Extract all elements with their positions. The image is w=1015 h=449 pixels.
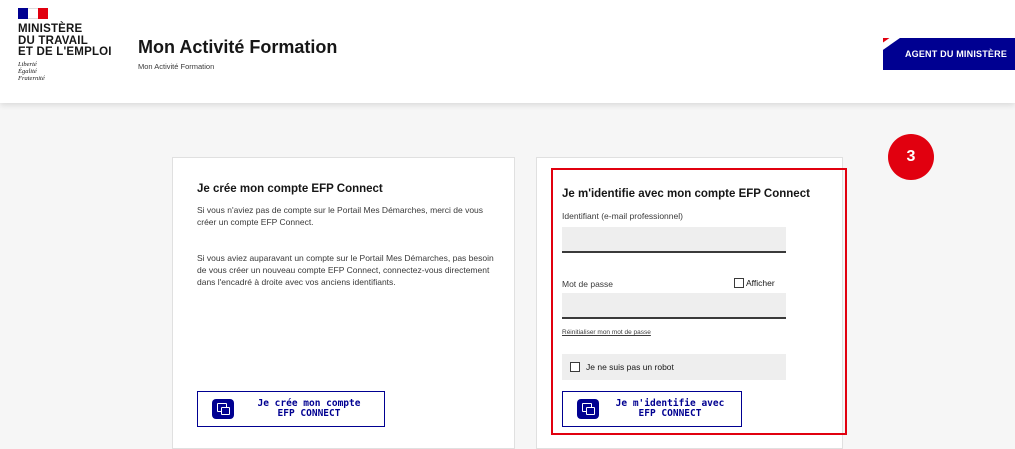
- ministry-logo[interactable]: MINISTÈRE DU TRAVAIL ET DE L'EMPLOI: [18, 23, 112, 59]
- agent-login-button[interactable]: AGENT DU MINISTÈRE: [883, 38, 1015, 70]
- create-card-paragraph: Si vous n'aviez pas de compte sur le Por…: [197, 205, 484, 227]
- republic-flag-icon: [18, 8, 48, 19]
- agent-button-label: AGENT DU MINISTÈRE: [904, 49, 1008, 59]
- efp-connect-icon: [212, 399, 234, 419]
- step-number-badge: 3: [888, 134, 934, 180]
- button-label-line: EFP CONNECT: [277, 408, 341, 419]
- motto-line: Égalité: [18, 68, 37, 75]
- site-title[interactable]: Mon Activité Formation: [138, 37, 337, 58]
- flag-stripe-icon: [883, 38, 901, 52]
- motto-line: Fraternité: [18, 75, 45, 82]
- highlight-box: [551, 168, 847, 435]
- site-header: MINISTÈRE DU TRAVAIL ET DE L'EMPLOI Libe…: [0, 0, 1015, 103]
- republic-motto: Liberté Égalité Fraternité: [18, 61, 45, 82]
- create-card-paragraph: Si vous aviez auparavant un compte sur l…: [197, 253, 494, 287]
- motto-line: Liberté: [18, 61, 37, 68]
- create-card-title: Je crée mon compte EFP Connect: [197, 183, 383, 195]
- site-subtitle: Mon Activité Formation: [138, 62, 215, 71]
- create-account-card: Je crée mon compte EFP Connect Si vous n…: [172, 157, 515, 449]
- button-label: Je crée mon compte EFP CONNECT: [234, 399, 384, 419]
- ministry-line: ET DE L'EMPLOI: [18, 46, 112, 58]
- create-efp-account-button[interactable]: Je crée mon compte EFP CONNECT: [197, 391, 385, 427]
- ministry-line: MINISTÈRE: [18, 23, 83, 35]
